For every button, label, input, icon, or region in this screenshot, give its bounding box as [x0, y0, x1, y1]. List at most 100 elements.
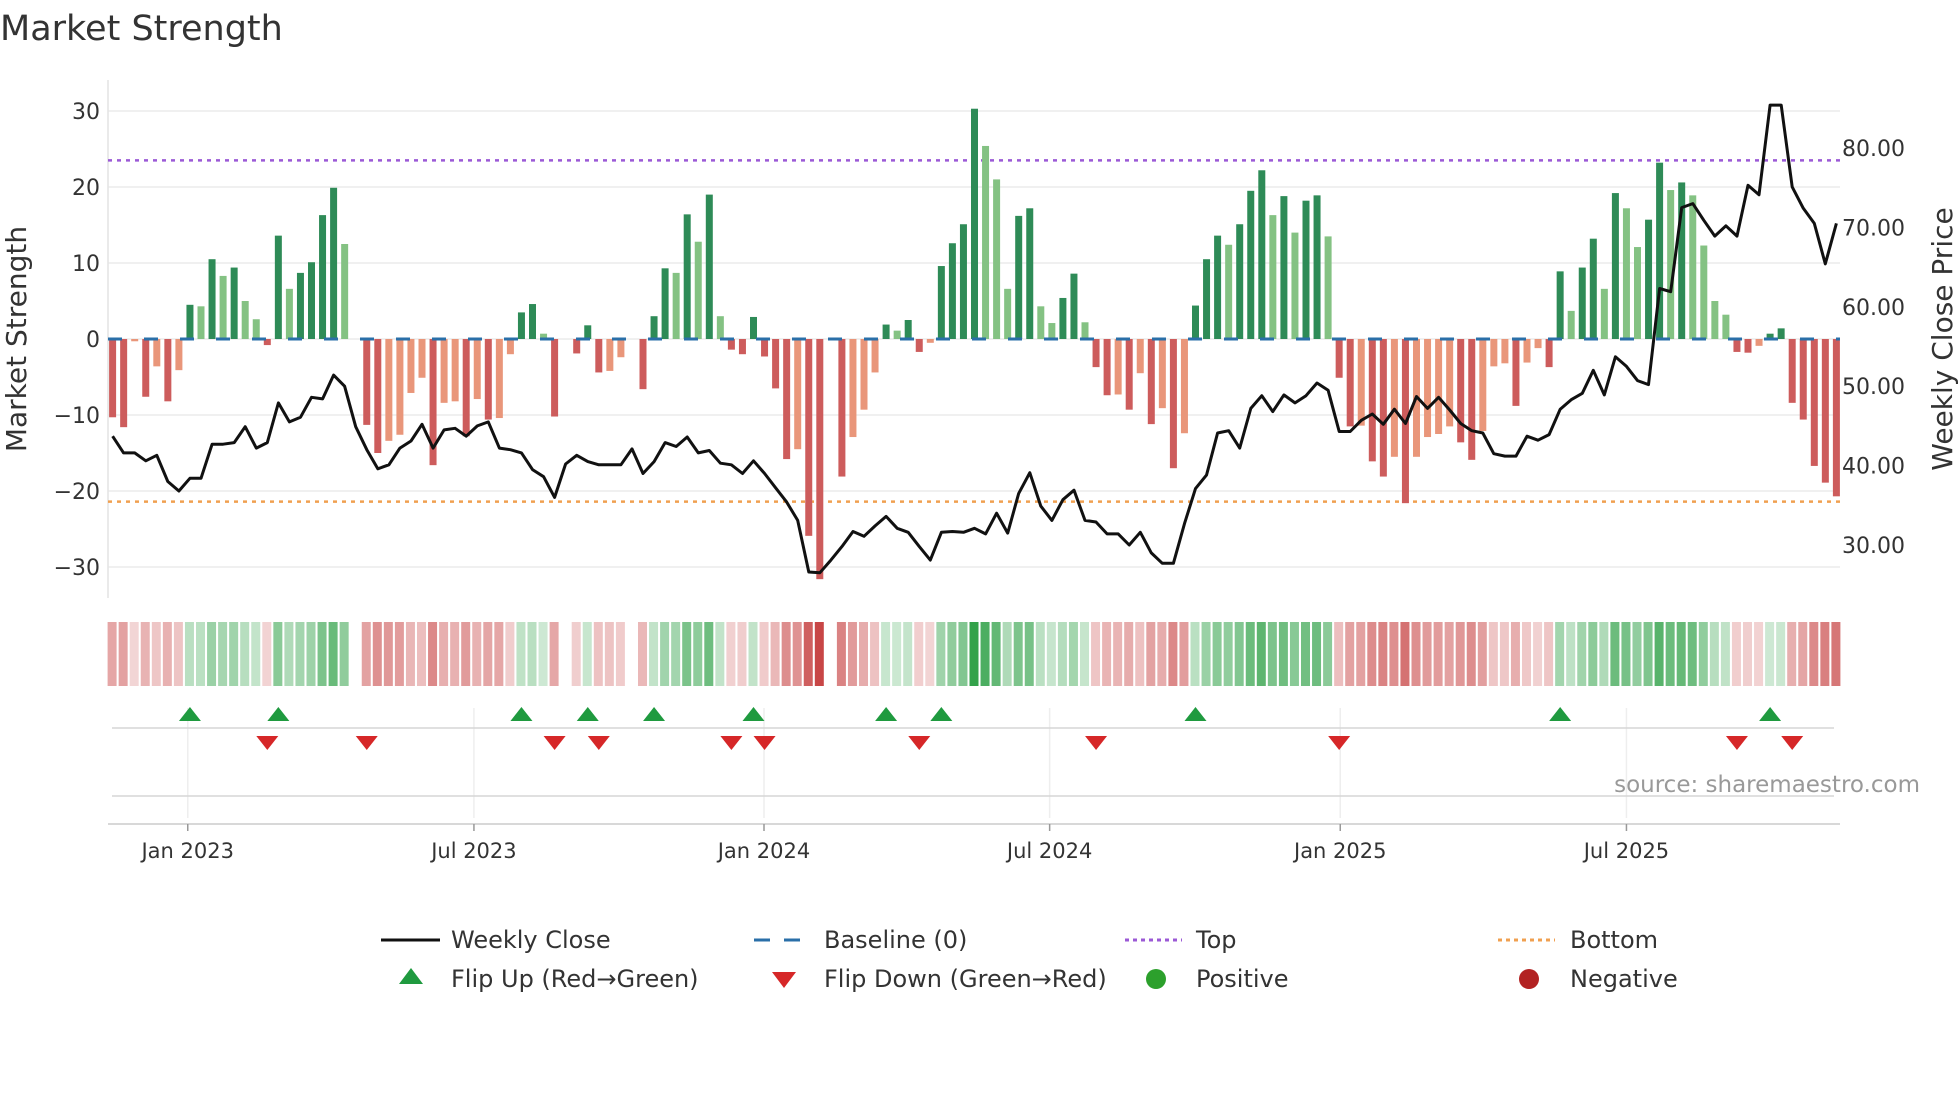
flip-up-marker	[1549, 707, 1572, 721]
strength-bar	[1733, 339, 1741, 352]
strength-cell	[615, 622, 625, 686]
strength-cell	[1466, 622, 1476, 686]
strength-cell	[693, 622, 703, 686]
strength-bar	[440, 339, 448, 403]
strength-bar	[241, 301, 249, 339]
strength-bar	[1711, 301, 1719, 339]
strength-bar	[1799, 339, 1807, 420]
strength-bar	[1600, 288, 1608, 339]
y2-tick-label: 70.00	[1842, 216, 1905, 241]
strength-cell	[737, 622, 747, 686]
strength-cell	[549, 622, 559, 686]
strength-bar	[1324, 236, 1332, 339]
flip-down-marker	[720, 736, 743, 750]
flip-down-marker	[753, 736, 776, 750]
strength-cell	[1522, 622, 1531, 686]
strength-cell	[1190, 622, 1200, 686]
strength-cell	[1798, 622, 1808, 686]
legend-item-flip-up: Flip Up (Red→Green)	[399, 965, 699, 993]
strength-cell	[1621, 622, 1631, 686]
strength-bar	[871, 339, 879, 373]
strength-cell	[1278, 622, 1288, 686]
strength-cell	[1113, 622, 1123, 686]
strength-bar	[1589, 238, 1597, 339]
strength-cell	[1510, 622, 1520, 686]
y-tick-label: 30	[72, 100, 100, 125]
strength-bar	[1567, 310, 1575, 339]
legend-item-weekly-close: Weekly Close	[381, 926, 611, 954]
y2-axis-title: Weekly Close Price	[1926, 207, 1959, 470]
strength-bar	[1357, 339, 1365, 426]
strength-cell	[1367, 622, 1377, 686]
strength-cell	[1323, 622, 1333, 686]
strength-cell	[1267, 622, 1277, 686]
strength-bar	[1755, 339, 1763, 346]
strength-cell	[958, 622, 968, 686]
strength-cell	[814, 622, 824, 686]
strength-bar	[1346, 339, 1354, 427]
strength-cell	[1687, 622, 1697, 686]
strength-bar	[860, 339, 868, 410]
flip-up-marker	[742, 707, 765, 721]
strength-bar	[783, 339, 791, 460]
strength-cell	[527, 622, 537, 686]
y-tick-label: 0	[86, 328, 100, 353]
strength-cell	[196, 622, 205, 686]
strength-bar	[738, 339, 746, 355]
strength-bars	[108, 108, 1840, 580]
strength-cell	[1289, 622, 1299, 686]
strength-cell	[671, 622, 681, 686]
strength-bar	[993, 179, 1001, 339]
strength-cell	[1754, 622, 1764, 686]
strength-cell	[704, 622, 714, 686]
x-axis-ticks: Jan 2023 Jul 2023 Jan 2024 Jul 2024 Jan …	[139, 839, 1669, 863]
y-tick-label: −30	[54, 556, 100, 581]
strength-cell	[870, 622, 880, 686]
strength-bar	[661, 268, 669, 339]
flip-up-marker	[1184, 707, 1207, 721]
strength-cell	[925, 622, 935, 686]
strength-cell	[582, 622, 592, 686]
strength-bar	[1004, 288, 1012, 339]
strength-cell	[1046, 622, 1056, 686]
strength-cell	[1610, 622, 1620, 686]
strength-bar	[805, 339, 813, 536]
strength-cell	[914, 622, 924, 686]
flip-down-marker	[1725, 736, 1748, 750]
strength-bar	[396, 339, 404, 435]
strength-bar	[1368, 339, 1376, 462]
strength-bar	[816, 339, 824, 580]
strength-cell	[439, 622, 449, 686]
strength-cell	[1444, 622, 1454, 686]
strength-bar	[1700, 245, 1708, 339]
strength-bar	[1169, 339, 1177, 469]
strength-bar	[1258, 170, 1266, 339]
legend-label: Negative	[1570, 965, 1678, 993]
strength-cell	[748, 622, 758, 686]
strength-bar	[1645, 219, 1653, 339]
strength-cell	[284, 622, 294, 686]
x-tick-label: Jul 2023	[429, 839, 516, 863]
strength-cell	[1223, 622, 1233, 686]
strength-bar	[971, 108, 978, 339]
strength-bar	[1214, 235, 1222, 339]
strength-cell	[1157, 622, 1167, 686]
strength-cell	[649, 622, 659, 686]
strength-cell	[903, 622, 913, 686]
strength-bar	[1302, 200, 1310, 339]
strength-cell	[129, 622, 139, 686]
strength-bar	[274, 235, 282, 339]
strength-cell	[847, 622, 857, 686]
strength-bar	[606, 339, 614, 371]
strength-cell	[1544, 622, 1554, 686]
strength-bar	[1247, 190, 1255, 339]
strength-bar	[1611, 193, 1619, 339]
strength-cell	[660, 622, 670, 686]
strength-bar	[573, 339, 581, 354]
flip-down-marker	[908, 736, 931, 750]
legend-item-negative: Negative	[1519, 965, 1678, 993]
strength-bar	[551, 339, 559, 417]
strength-bar	[1114, 339, 1122, 395]
y2-tick-label: 50.00	[1842, 375, 1905, 400]
strength-cell	[1698, 622, 1708, 686]
